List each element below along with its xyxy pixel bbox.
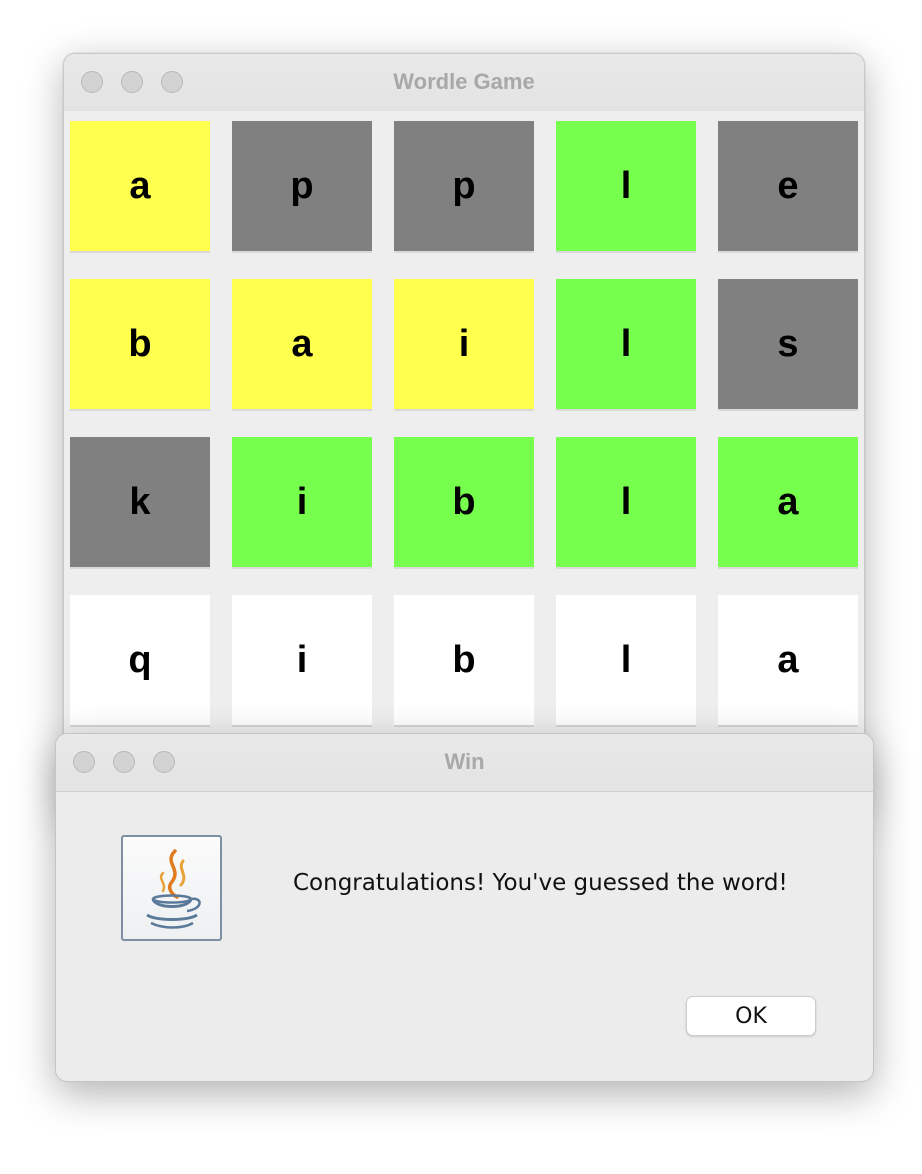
main-titlebar[interactable]: Wordle Game xyxy=(64,54,864,112)
ok-button[interactable]: OK xyxy=(686,996,816,1036)
wordle-game-window: Wordle Game applebailskiblaqibla xyxy=(63,53,865,815)
letter-tile-r1-c1: a xyxy=(70,121,210,253)
letter-tile-r1-c2: p xyxy=(232,121,372,253)
letter-tile-r3-c1: k xyxy=(70,437,210,569)
letter-tile-r4-c4: l xyxy=(556,595,696,727)
win-message: Congratulations! You've guessed the word… xyxy=(293,870,788,896)
win-dialog: Win Congratulations! You've guessed the … xyxy=(55,733,874,1082)
letter-grid: applebailskiblaqibla xyxy=(64,111,864,814)
letter-tile-r2-c5: s xyxy=(718,279,858,411)
dialog-title: Win xyxy=(444,749,485,774)
letter-tile-r4-c3: b xyxy=(394,595,534,727)
java-coffee-cup-icon xyxy=(121,835,222,941)
letter-tile-r3-c4: l xyxy=(556,437,696,569)
letter-tile-r1-c4: l xyxy=(556,121,696,253)
letter-tile-r1-c5: e xyxy=(718,121,858,253)
letter-tile-r3-c5: a xyxy=(718,437,858,569)
letter-tile-r4-c2: i xyxy=(232,595,372,727)
letter-tile-r3-c2: i xyxy=(232,437,372,569)
letter-tile-r2-c2: a xyxy=(232,279,372,411)
letter-tile-r2-c3: i xyxy=(394,279,534,411)
letter-tile-r4-c5: a xyxy=(718,595,858,727)
letter-tile-r4-c1: q xyxy=(70,595,210,727)
letter-tile-r3-c3: b xyxy=(394,437,534,569)
window-title: Wordle Game xyxy=(393,69,535,94)
letter-tile-r2-c1: b xyxy=(70,279,210,411)
dialog-titlebar[interactable]: Win xyxy=(56,734,873,792)
letter-tile-r2-c4: l xyxy=(556,279,696,411)
letter-tile-r1-c3: p xyxy=(394,121,534,253)
